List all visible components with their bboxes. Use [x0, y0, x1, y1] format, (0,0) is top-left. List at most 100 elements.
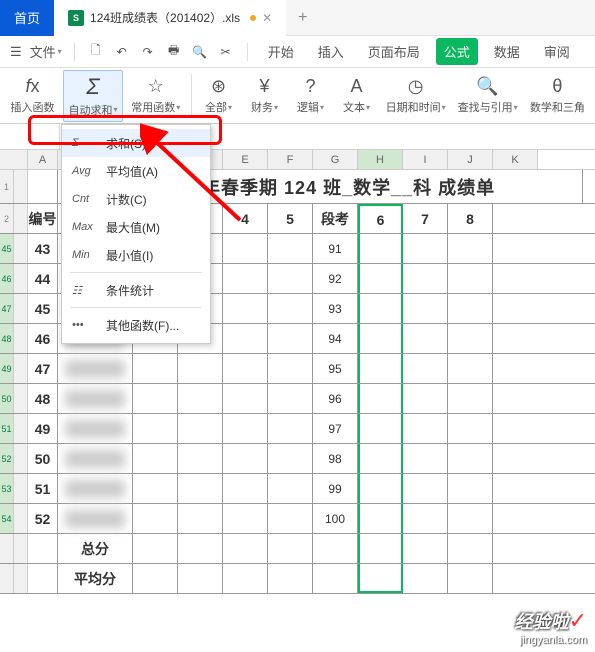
cell-exam[interactable]: 97: [313, 414, 358, 443]
cell[interactable]: [223, 354, 268, 383]
cell[interactable]: [403, 534, 448, 563]
print-icon[interactable]: 🖶: [165, 43, 183, 61]
cell[interactable]: [268, 444, 313, 473]
cell-name[interactable]: [58, 354, 133, 383]
cell-exam[interactable]: 98: [313, 444, 358, 473]
col-header[interactable]: F: [268, 150, 313, 169]
row-header[interactable]: 45: [0, 234, 14, 263]
cut-icon[interactable]: ✂: [217, 43, 235, 61]
menu-item-min[interactable]: Min最小值(I): [62, 241, 210, 269]
cell[interactable]: [448, 564, 493, 593]
auto-sum-button[interactable]: Σ 自动求和▾: [63, 70, 123, 122]
cell[interactable]: [448, 384, 493, 413]
header-6[interactable]: 6: [358, 204, 403, 233]
ribbon-tab-layout[interactable]: 页面布局: [360, 38, 428, 65]
col-header[interactable]: E: [223, 150, 268, 169]
cell[interactable]: [403, 324, 448, 353]
cell-exam[interactable]: 94: [313, 324, 358, 353]
cell[interactable]: [358, 564, 403, 593]
cell[interactable]: [133, 354, 178, 383]
cell-no[interactable]: 46: [28, 324, 58, 353]
cell[interactable]: [403, 384, 448, 413]
tab-home[interactable]: 首页: [0, 0, 54, 36]
ribbon-tab-review[interactable]: 审阅: [536, 38, 578, 65]
text-button[interactable]: A 文本▾: [336, 70, 378, 122]
cell[interactable]: [268, 384, 313, 413]
cell[interactable]: [313, 564, 358, 593]
cell[interactable]: [178, 474, 223, 503]
cell-name[interactable]: [58, 504, 133, 533]
col-header[interactable]: H: [358, 150, 403, 169]
row-header[interactable]: 53: [0, 474, 14, 503]
ribbon-tab-insert[interactable]: 插入: [310, 38, 352, 65]
cell[interactable]: [223, 534, 268, 563]
cell[interactable]: [358, 384, 403, 413]
cell[interactable]: [358, 354, 403, 383]
datetime-button[interactable]: ◷ 日期和时间▾: [382, 70, 450, 122]
cell[interactable]: [358, 234, 403, 263]
menu-item-max[interactable]: Max最大值(M): [62, 213, 210, 241]
cell[interactable]: [403, 354, 448, 383]
ribbon-tab-start[interactable]: 开始: [260, 38, 302, 65]
menu-button[interactable]: ☰: [10, 44, 22, 60]
preview-icon[interactable]: 🔍: [191, 43, 209, 61]
cell-no[interactable]: 48: [28, 384, 58, 413]
cell[interactable]: [178, 444, 223, 473]
name-box[interactable]: [0, 124, 60, 149]
col-header[interactable]: K: [493, 150, 538, 169]
row-header[interactable]: 2: [0, 204, 14, 233]
cell[interactable]: [178, 564, 223, 593]
cell[interactable]: [133, 414, 178, 443]
row-header[interactable]: 51: [0, 414, 14, 443]
header-exam[interactable]: 段考: [313, 204, 358, 233]
cell[interactable]: [403, 264, 448, 293]
cell[interactable]: [268, 474, 313, 503]
cell[interactable]: [448, 294, 493, 323]
close-icon[interactable]: ✕: [262, 13, 272, 23]
cell-name[interactable]: [58, 414, 133, 443]
header-4[interactable]: 4: [223, 204, 268, 233]
math-button[interactable]: θ 数学和三角: [526, 70, 589, 122]
insert-function-button[interactable]: fx 插入函数: [6, 70, 59, 122]
cell[interactable]: [403, 234, 448, 263]
common-func-button[interactable]: ☆ 常用函数▾: [127, 70, 185, 122]
cell[interactable]: [268, 264, 313, 293]
cell[interactable]: [448, 234, 493, 263]
cell-no[interactable]: 52: [28, 504, 58, 533]
cell[interactable]: [268, 324, 313, 353]
cell[interactable]: [223, 264, 268, 293]
cell[interactable]: [448, 474, 493, 503]
cell[interactable]: [358, 444, 403, 473]
select-all-corner[interactable]: [0, 150, 28, 169]
cell[interactable]: [133, 384, 178, 413]
cell[interactable]: [448, 504, 493, 533]
row-header[interactable]: 50: [0, 384, 14, 413]
menu-item-avg[interactable]: Avg平均值(A): [62, 157, 210, 185]
row-header[interactable]: [0, 534, 14, 563]
cell-name[interactable]: [58, 444, 133, 473]
cell[interactable]: [268, 234, 313, 263]
cell-no[interactable]: 44: [28, 264, 58, 293]
cell[interactable]: [223, 504, 268, 533]
cell[interactable]: [133, 474, 178, 503]
cell[interactable]: [448, 444, 493, 473]
cell-exam[interactable]: 99: [313, 474, 358, 503]
col-header[interactable]: G: [313, 150, 358, 169]
total-label[interactable]: 总分: [58, 534, 133, 563]
cell-no[interactable]: 45: [28, 294, 58, 323]
cell[interactable]: [268, 534, 313, 563]
undo-icon[interactable]: ↶: [113, 43, 131, 61]
cell[interactable]: [133, 504, 178, 533]
ribbon-tab-data[interactable]: 数据: [486, 38, 528, 65]
cell[interactable]: [178, 384, 223, 413]
save-icon[interactable]: 🗋: [87, 43, 105, 61]
cell[interactable]: [223, 294, 268, 323]
cell-name[interactable]: [58, 384, 133, 413]
cell[interactable]: [268, 414, 313, 443]
ribbon-tab-formula[interactable]: 公式: [436, 38, 478, 65]
cell[interactable]: [178, 414, 223, 443]
add-tab-button[interactable]: +: [286, 9, 319, 27]
cell[interactable]: [223, 474, 268, 503]
cell[interactable]: [133, 564, 178, 593]
cell[interactable]: [28, 170, 58, 203]
